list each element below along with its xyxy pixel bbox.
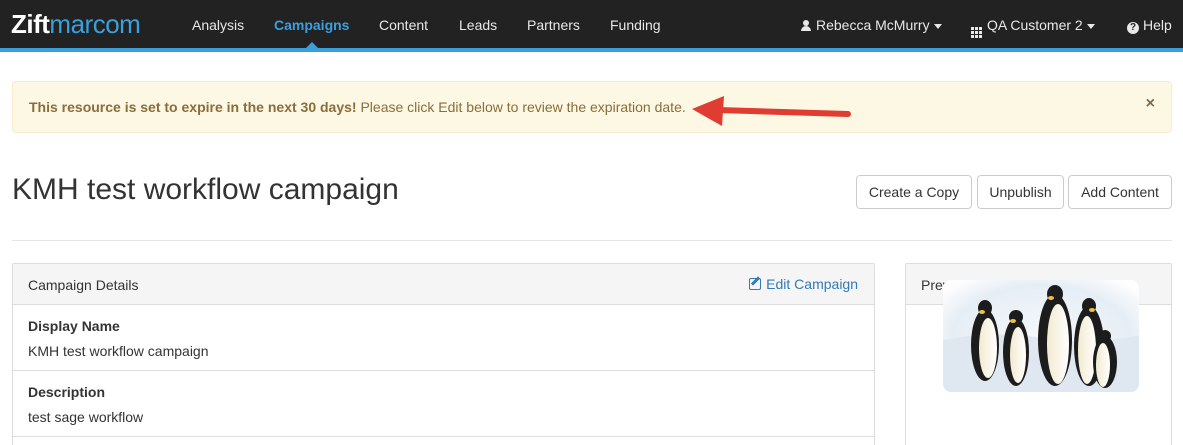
grid-icon (971, 27, 982, 38)
active-tab-caret-icon (306, 42, 318, 48)
campaign-details-panel: Campaign Details Edit Campaign Display N… (12, 263, 875, 445)
alert-message: This resource is set to expire in the ne… (29, 99, 686, 115)
user-icon (801, 20, 811, 31)
question-circle-icon: ? (1127, 22, 1139, 34)
edit-campaign-label: Edit Campaign (766, 276, 858, 292)
unpublish-button[interactable]: Unpublish (977, 175, 1064, 209)
user-menu[interactable]: Rebecca McMurry (801, 0, 942, 48)
edit-campaign-link[interactable]: Edit Campaign (749, 276, 858, 292)
caret-down-icon (1086, 23, 1095, 29)
page-title: KMH test workflow campaign (12, 173, 399, 206)
field-label: Display Name (28, 318, 120, 334)
caret-down-icon (933, 23, 942, 29)
alert-bold-text: This resource is set to expire in the ne… (29, 99, 357, 115)
preview-image-panel: Preview Image (905, 263, 1172, 445)
user-name: Rebecca McMurry (816, 17, 930, 33)
create-copy-button[interactable]: Create a Copy (856, 175, 972, 209)
close-icon[interactable]: × (1146, 95, 1155, 113)
field-value: test sage workflow (28, 409, 144, 425)
nav-partners[interactable]: Partners (527, 0, 580, 48)
help-link[interactable]: ? Help (1127, 0, 1172, 48)
ziftmarcom-logo[interactable]: Ziftmarcom (11, 8, 141, 40)
logo-regular: marcom (49, 9, 141, 39)
header-divider (12, 240, 1172, 241)
panel-heading: Campaign Details Edit Campaign (13, 264, 874, 305)
list-item: Display Name KMH test workflow campaign (13, 305, 874, 371)
field-value: KMH test workflow campaign (28, 343, 209, 359)
edit-icon (749, 278, 762, 290)
panel-title: Campaign Details (28, 277, 139, 293)
nav-leads[interactable]: Leads (459, 0, 497, 48)
nav-content[interactable]: Content (379, 0, 428, 48)
penguins-preview-image (943, 280, 1139, 392)
alert-body-text: Please click Edit below to review the ex… (356, 99, 686, 115)
field-label: Description (28, 384, 106, 400)
account-name: QA Customer 2 (987, 17, 1083, 33)
account-menu[interactable]: QA Customer 2 (971, 0, 1095, 48)
annotation-arrow-icon (692, 96, 851, 126)
top-navbar: Ziftmarcom Analysis Campaigns Content Le… (0, 0, 1183, 52)
nav-funding[interactable]: Funding (610, 0, 661, 48)
logo-bold: Zift (11, 9, 50, 39)
nav-campaigns[interactable]: Campaigns (274, 0, 349, 48)
nav-analysis[interactable]: Analysis (192, 0, 244, 48)
help-label: Help (1143, 17, 1172, 33)
expiration-alert: This resource is set to expire in the ne… (12, 81, 1172, 133)
list-item: Description test sage workflow (13, 371, 874, 437)
add-content-button[interactable]: Add Content (1068, 175, 1172, 209)
